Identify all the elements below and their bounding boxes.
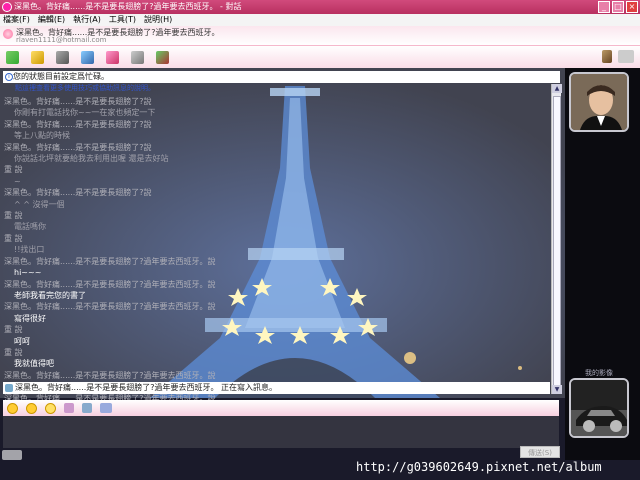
- scroll-thumb[interactable]: [553, 96, 561, 386]
- window-title: 深黑色。背好痛......是不是要長翅膀了?過年要去西班牙。 - 對話: [14, 2, 242, 11]
- status-notice-text: 您的狀態目前設定爲忙碌。: [13, 72, 109, 81]
- chat-message: 寫得很好: [14, 313, 46, 323]
- send-button[interactable]: 傳送(S): [520, 446, 560, 458]
- chat-message: 呵呵: [14, 336, 30, 346]
- options-icon[interactable]: [618, 50, 634, 63]
- chat-history: 深黑色。背好痛......是不是要長翅膀了?說 你剛有打電話找你~~一在家也頻定一…: [4, 96, 549, 414]
- chat-message: !!找出口: [14, 245, 45, 255]
- chat-scrollbar[interactable]: ▲ ▼: [551, 84, 562, 394]
- games-icon[interactable]: [131, 50, 144, 64]
- info-icon: i: [5, 73, 13, 81]
- chat-sender-line: 深黑色。背好痛......是不是要長翅膀了?過年要去西班牙。說: [4, 256, 216, 266]
- title-bar: 深黑色。背好痛......是不是要長翅膀了?過年要去西班牙。 - 對話 _ □ …: [0, 0, 640, 14]
- menu-actions[interactable]: 執行(A): [73, 14, 101, 26]
- minimize-button[interactable]: _: [598, 1, 610, 13]
- scroll-up-icon[interactable]: ▲: [552, 84, 562, 93]
- webcam-icon[interactable]: [56, 50, 69, 64]
- toolbar: [0, 46, 640, 68]
- chat-sender-line: 重 說: [4, 233, 23, 243]
- chat-message: 你說話北坪就要給我去利用出喔 還是去好站: [14, 154, 169, 164]
- pencil-icon: [5, 384, 13, 392]
- chat-sender-line: 深黑色。背好痛......是不是要長翅膀了?過年要去西班牙。說: [4, 302, 216, 312]
- voice-clip-icon[interactable]: [64, 403, 74, 413]
- chat-sender-line: 深黑色。背好痛......是不是要長翅膀了?說: [4, 97, 152, 106]
- emoticon-icon[interactable]: [7, 402, 18, 414]
- chat-message: 等上八點的時候: [14, 131, 70, 141]
- scroll-down-icon[interactable]: ▼: [552, 385, 562, 394]
- menu-help[interactable]: 說明(H): [144, 14, 172, 26]
- chat-sender-line: 重 說: [4, 165, 23, 175]
- chat-message: ~: [14, 176, 21, 186]
- contact-status-icon: [3, 29, 13, 39]
- display-picture-panel: 我的影像: [565, 68, 640, 460]
- contact-email: rlaven1111@hotmail.com: [16, 36, 107, 44]
- chat-sender-line: 深黑色。背好痛......是不是要長翅膀了?說: [4, 119, 152, 129]
- emote-toolbar: [3, 400, 559, 416]
- background-icon[interactable]: [100, 403, 112, 413]
- my-avatar[interactable]: [569, 378, 629, 438]
- block-icon[interactable]: [156, 50, 169, 64]
- font-icon[interactable]: [82, 403, 92, 413]
- close-button[interactable]: ×: [626, 1, 638, 13]
- chat-message: 電話嗎你: [14, 222, 46, 232]
- menu-tools[interactable]: 工具(T): [109, 14, 136, 26]
- contact-avatar[interactable]: [569, 72, 629, 132]
- chat-message: ^ ^ 沒得一個: [14, 199, 65, 209]
- send-file-icon[interactable]: [31, 50, 44, 64]
- chat-message: 我就值得吧: [14, 359, 54, 369]
- typing-status: 深黑色。背好痛......是不是要長翅膀了?過年要去西班牙。 正在寫入訊息。: [3, 382, 550, 394]
- paintbrush-icon[interactable]: [602, 50, 612, 63]
- status-notice: i 您的狀態目前設定爲忙碌。: [3, 71, 560, 83]
- notice-sub-link[interactable]: 點這裡查看更多使用技巧或協助訊息的說明。: [15, 83, 155, 93]
- watermark-url: http://g039602649.pixnet.net/album: [356, 460, 602, 474]
- car-photo: [571, 380, 627, 436]
- message-input[interactable]: [3, 416, 559, 448]
- window-controls: _ □ ×: [598, 1, 638, 13]
- chat-sender-line: 深黑色。背好痛......是不是要長翅膀了?過年要去西班牙。說: [4, 370, 216, 380]
- chat-message: 老師我看完您的書了: [14, 290, 86, 300]
- menu-file[interactable]: 檔案(F): [3, 14, 30, 26]
- menu-edit[interactable]: 編輯(E): [38, 14, 65, 26]
- chat-sender-line: 深黑色。背好痛......是不是要長翅膀了?過年要去西班牙。說: [4, 279, 216, 289]
- wink-icon[interactable]: [26, 402, 37, 414]
- activities-icon[interactable]: [106, 50, 119, 64]
- typing-status-text: 深黑色。背好痛......是不是要長翅膀了?過年要去西班牙。 正在寫入訊息。: [15, 383, 278, 392]
- my-avatar-label: 我的影像: [585, 369, 613, 377]
- menu-bar: 檔案(F) 編輯(E) 執行(A) 工具(T) 說明(H): [0, 14, 640, 26]
- maximize-button[interactable]: □: [612, 1, 624, 13]
- messenger-icon: [2, 2, 12, 12]
- chat-message: hi~~~: [14, 268, 42, 278]
- pixnet-logo: [2, 450, 22, 460]
- chat-sender-line: 深黑色。背好痛......是不是要長翅膀了?說: [4, 188, 152, 198]
- contact-photo: [571, 74, 627, 130]
- chat-sender-line: 重 說: [4, 325, 23, 335]
- chat-sender-line: 重 說: [4, 347, 23, 357]
- voice-icon[interactable]: [81, 50, 94, 64]
- chat-sender-line: 重 說: [4, 211, 23, 221]
- nudge-icon[interactable]: [45, 402, 56, 414]
- invite-icon[interactable]: [6, 50, 19, 64]
- contact-header: 深黑色。背好痛......是不是要長翅膀了?過年要去西班牙。 rlaven111…: [0, 26, 640, 46]
- chat-sender-line: 深黑色。背好痛......是不是要長翅膀了?說: [4, 142, 152, 152]
- chat-message: 你剛有打電話找你~~一在家也頻定一下: [14, 108, 156, 118]
